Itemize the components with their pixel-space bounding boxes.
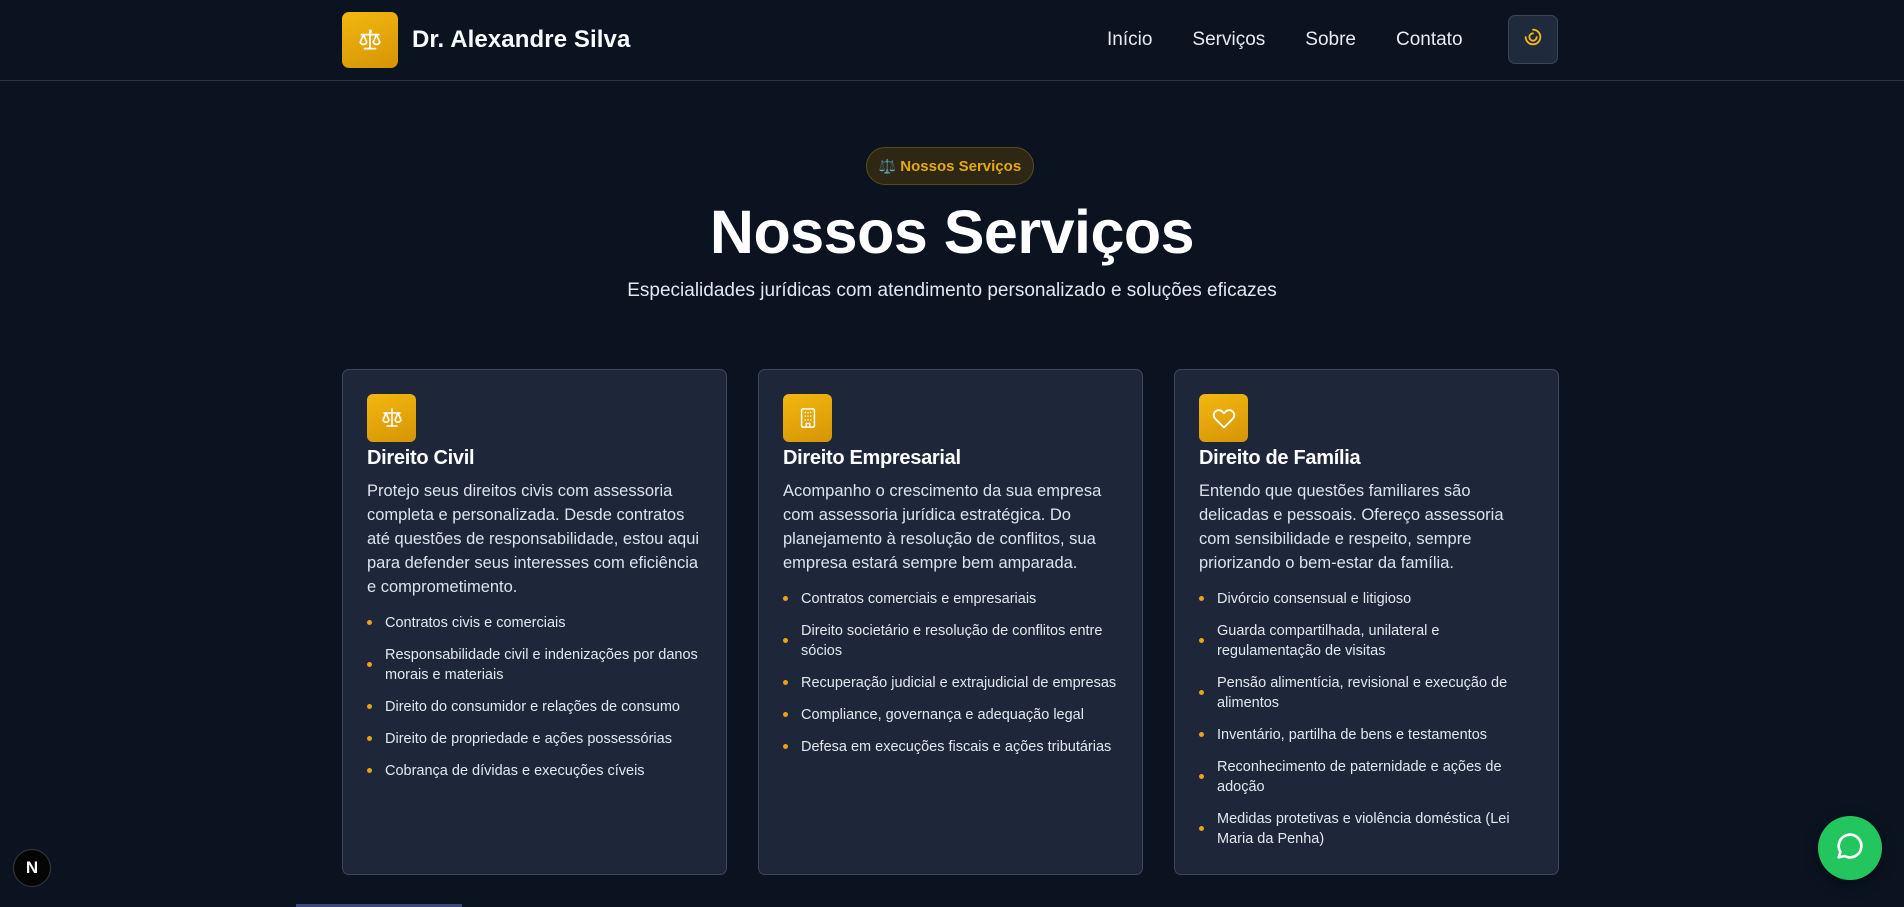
- service-card-direito-civil: Direito Civil Protejo seus direitos civi…: [342, 369, 727, 875]
- section-badge: ⚖️ Nossos Serviços: [866, 147, 1034, 185]
- list-item: Compliance, governança e adequação legal: [783, 705, 1118, 725]
- list-item: Contratos comerciais e empresariais: [783, 589, 1118, 609]
- list-item: Defesa em execuções fiscais e ações trib…: [783, 737, 1118, 757]
- service-card-direito-de-familia: Direito de Família Entendo que questões …: [1174, 369, 1559, 875]
- list-item: Direito de propriedade e ações possessór…: [367, 729, 702, 749]
- service-list: Contratos civis e comerciais Responsabil…: [367, 613, 702, 781]
- list-item: Direito do consumidor e relações de cons…: [367, 697, 702, 717]
- whatsapp-button[interactable]: [1818, 816, 1882, 880]
- list-item: Pensão alimentícia, revisional e execuçã…: [1199, 673, 1534, 713]
- service-card-direito-empresarial: Direito Empresarial Acompanho o crescime…: [758, 369, 1143, 875]
- building-icon: [783, 394, 832, 442]
- list-item: Contratos civis e comerciais: [367, 613, 702, 633]
- list-item: Responsabilidade civil e indenizações po…: [367, 645, 702, 685]
- nav-item-inicio[interactable]: Início: [1107, 28, 1152, 52]
- theme-toggle-button[interactable]: [1508, 15, 1558, 64]
- nav-item-sobre[interactable]: Sobre: [1305, 28, 1356, 52]
- list-item: Reconhecimento de paternidade e ações de…: [1199, 757, 1534, 797]
- page-title: Nossos Serviços: [709, 198, 1195, 266]
- service-list: Divórcio consensual e litigioso Guarda c…: [1199, 589, 1534, 849]
- list-item: Divórcio consensual e litigioso: [1199, 589, 1534, 609]
- nav-item-contato[interactable]: Contato: [1396, 28, 1463, 52]
- list-item: Medidas protetivas e violência doméstica…: [1199, 809, 1534, 849]
- section-badge-label: Nossos Serviços: [900, 157, 1022, 175]
- service-description: Entendo que questões familiares são deli…: [1199, 482, 1504, 572]
- service-description: Acompanho o crescimento da sua empresa c…: [783, 482, 1102, 572]
- brand-name: Dr. Alexandre Silva: [412, 26, 631, 53]
- service-title: Direito Empresarial: [783, 447, 961, 469]
- nextjs-dev-badge[interactable]: N: [13, 849, 51, 887]
- service-list: Contratos comerciais e empresariais Dire…: [783, 589, 1118, 757]
- page-subtitle: Especialidades jurídicas com atendimento…: [627, 280, 1277, 301]
- brand[interactable]: Dr. Alexandre Silva: [342, 12, 630, 68]
- sun-icon: [1522, 26, 1544, 53]
- heart-icon: [1199, 394, 1248, 442]
- service-description: Protejo seus direitos civis com assessor…: [367, 482, 700, 596]
- service-title: Direito Civil: [367, 447, 475, 469]
- whatsapp-icon: [1834, 830, 1866, 867]
- service-title: Direito de Família: [1199, 447, 1361, 469]
- list-item: Direito societário e resolução de confli…: [783, 621, 1118, 661]
- list-item: Inventário, partilha de bens e testament…: [1199, 725, 1534, 745]
- list-item: Cobrança de dívidas e execuções cíveis: [367, 761, 702, 781]
- list-item: Guarda compartilhada, unilateral e regul…: [1199, 621, 1534, 661]
- scales-icon: [367, 394, 416, 442]
- nav-item-servicos[interactable]: Serviços: [1192, 28, 1265, 52]
- main-nav: Início Serviços Sobre Contato: [1107, 28, 1463, 52]
- scales-emoji-icon: ⚖️: [878, 157, 897, 174]
- scales-icon: [342, 12, 398, 68]
- site-header: Dr. Alexandre Silva Início Serviços Sobr…: [0, 0, 1904, 81]
- list-item: Recuperação judicial e extrajudicial de …: [783, 673, 1118, 693]
